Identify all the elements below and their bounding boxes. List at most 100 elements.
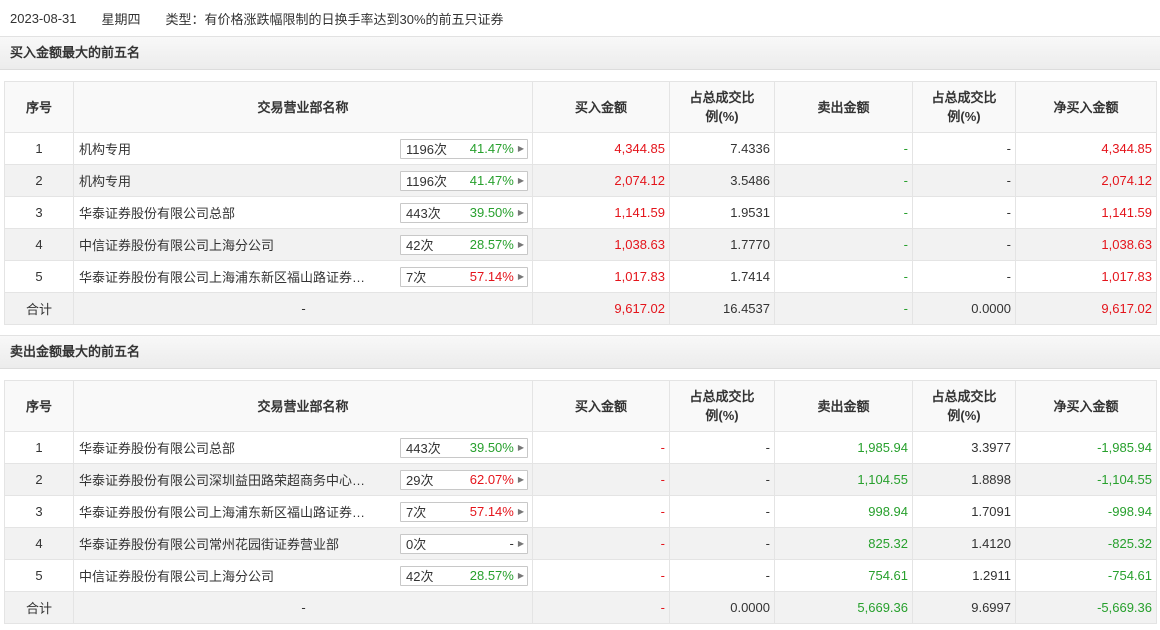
win-rate: 62.07% xyxy=(469,472,514,487)
total-net-amount: -5,669.36 xyxy=(1015,591,1157,624)
trade-date: 2023-08-31 xyxy=(10,10,77,26)
row-index: 4 xyxy=(4,527,74,560)
col-header-buy: 买入金额 xyxy=(532,380,670,432)
buy-ratio: 3.5486 xyxy=(669,164,775,197)
sell-ratio: - xyxy=(912,228,1016,261)
table-row: 5 中信证券股份有限公司上海分公司 42次 28.57% ▶ - -754.61 1.2911… xyxy=(4,559,1157,592)
branch-name-link[interactable]: 华泰证券股份有限公司上海浦东新区福山路证券… xyxy=(79,267,365,286)
win-rate: 39.50% xyxy=(469,205,514,220)
col-header-name: 交易营业部名称 xyxy=(73,380,533,432)
net-amount: 4,344.85 xyxy=(1015,132,1157,165)
info-bar: 2023-08-31 星期四 类型：有价格涨跌幅限制的日换手率达到30%的前五只… xyxy=(0,0,1160,36)
branch-stats-dropdown[interactable]: 1196次 41.47% ▶ xyxy=(400,138,528,159)
col-header-net: 净买入金额 xyxy=(1015,380,1157,432)
branch-name-link[interactable]: 华泰证券股份有限公司常州花园街证券营业部 xyxy=(79,534,339,553)
col-header-name: 交易营业部名称 xyxy=(73,81,533,133)
total-label: 合计 xyxy=(4,591,74,624)
buy-ratio: 1.9531 xyxy=(669,196,775,229)
col-header-buy-ratio-line2: 例(%) xyxy=(705,109,739,124)
buy-top5-table: 序号 交易营业部名称 买入金额 占总成交比 例(%) 卖出金额 占总成交比 例(%)… xyxy=(4,81,1157,325)
sell-top5-table: 序号 交易营业部名称 买入金额 占总成交比 例(%) 卖出金额 占总成交比 例(%)… xyxy=(4,380,1157,624)
branch-name-link[interactable]: 华泰证券股份有限公司上海浦东新区福山路证券… xyxy=(79,502,365,521)
sell-ratio: 1.4120 xyxy=(912,527,1016,560)
sell-ratio: 1.8898 xyxy=(912,463,1016,496)
branch-name-wrap: 华泰证券股份有限公司常州花园街证券营业部 0次 - ▶ xyxy=(79,533,528,554)
row-index: 1 xyxy=(4,132,74,165)
table-row: 5 华泰证券股份有限公司上海浦东新区福山路证券… 7次 57.14% ▶ 1,017.83… xyxy=(4,260,1157,293)
row-index: 5 xyxy=(4,559,74,592)
branch-name-link[interactable]: 中信证券股份有限公司上海分公司 xyxy=(79,566,274,585)
sell-amount: 1,985.94 xyxy=(774,431,913,464)
branch-name-wrap: 华泰证券股份有限公司总部 443次 39.50% ▶ xyxy=(79,437,528,458)
buy-section-title: 买入金额最大的前五名 xyxy=(0,36,1160,70)
col-header-idx: 序号 xyxy=(4,81,74,133)
row-index: 3 xyxy=(4,196,74,229)
win-rate: - xyxy=(509,536,514,551)
branch-stats-dropdown[interactable]: 7次 57.14% ▶ xyxy=(400,266,528,287)
branch-stats-dropdown[interactable]: 443次 39.50% ▶ xyxy=(400,437,528,458)
col-header-buy-ratio-line1: 占总成交比 xyxy=(689,90,755,105)
total-sell-amount: 5,669.36 xyxy=(774,591,913,624)
table-header-row: 序号 交易营业部名称 买入金额 占总成交比 例(%) 卖出金额 占总成交比 例(%)… xyxy=(4,81,1157,133)
branch-stats-dropdown[interactable]: 1196次 41.47% ▶ xyxy=(400,170,528,191)
col-header-buy-ratio-line1: 占总成交比 xyxy=(689,389,755,404)
table-row: 2 机构专用 1196次 41.47% ▶ 2,074.12 3.5486- -2,074.1… xyxy=(4,164,1157,197)
buy-ratio: - xyxy=(669,463,775,496)
buy-amount: - xyxy=(532,527,670,560)
buy-amount: 1,038.63 xyxy=(532,228,670,261)
branch-name-link[interactable]: 机构专用 xyxy=(79,171,131,190)
sell-ratio: 1.2911 xyxy=(912,559,1016,592)
buy-amount: 2,074.12 xyxy=(532,164,670,197)
buy-ratio: 1.7414 xyxy=(669,260,775,293)
net-amount: -754.61 xyxy=(1015,559,1157,592)
buy-ratio: 1.7770 xyxy=(669,228,775,261)
net-amount: 1,017.83 xyxy=(1015,260,1157,293)
branch-name-cell: 华泰证券股份有限公司总部 443次 39.50% ▶ xyxy=(73,196,533,229)
stats-right: 57.14% ▶ xyxy=(470,504,524,519)
net-amount: -1,985.94 xyxy=(1015,431,1157,464)
buy-amount: - xyxy=(532,495,670,528)
sell-amount: - xyxy=(774,228,913,261)
buy-ratio: - xyxy=(669,495,775,528)
buy-amount: - xyxy=(532,463,670,496)
listing-count: 42次 xyxy=(406,569,434,584)
branch-stats-dropdown[interactable]: 42次 28.57% ▶ xyxy=(400,565,528,586)
col-header-sell-ratio: 占总成交比 例(%) xyxy=(912,81,1016,133)
col-header-buy: 买入金额 xyxy=(532,81,670,133)
branch-stats-dropdown[interactable]: 29次 62.07% ▶ xyxy=(400,469,528,490)
branch-name-link[interactable]: 华泰证券股份有限公司深圳益田路荣超商务中心… xyxy=(79,470,365,489)
sell-ratio: 3.3977 xyxy=(912,431,1016,464)
col-header-sell-ratio-line2: 例(%) xyxy=(947,109,981,124)
col-header-net: 净买入金额 xyxy=(1015,81,1157,133)
listing-count: 29次 xyxy=(406,473,434,488)
sell-table-body: 1 华泰证券股份有限公司总部 443次 39.50% ▶ - -1,985.94 3.3977… xyxy=(4,431,1157,624)
win-rate: 41.47% xyxy=(469,173,514,188)
triangle-right-icon: ▶ xyxy=(517,475,524,484)
win-rate: 28.57% xyxy=(469,237,514,252)
branch-name-cell: 中信证券股份有限公司上海分公司 42次 28.57% ▶ xyxy=(73,559,533,592)
branch-stats-dropdown[interactable]: 443次 39.50% ▶ xyxy=(400,202,528,223)
stats-right: 57.14% ▶ xyxy=(470,269,524,284)
branch-name-link[interactable]: 机构专用 xyxy=(79,139,131,158)
branch-name-link[interactable]: 华泰证券股份有限公司总部 xyxy=(79,438,235,457)
stats-right: 41.47% ▶ xyxy=(470,141,524,156)
table-row: 4 中信证券股份有限公司上海分公司 42次 28.57% ▶ 1,038.63 1.7770… xyxy=(4,228,1157,261)
branch-name-link[interactable]: 中信证券股份有限公司上海分公司 xyxy=(79,235,274,254)
total-buy-amount: 9,617.02 xyxy=(532,292,670,325)
col-header-sell: 卖出金额 xyxy=(774,81,913,133)
triangle-right-icon: ▶ xyxy=(517,240,524,249)
win-rate: 57.14% xyxy=(469,269,514,284)
sell-amount: - xyxy=(774,164,913,197)
branch-stats-dropdown[interactable]: 7次 57.14% ▶ xyxy=(400,501,528,522)
row-index: 4 xyxy=(4,228,74,261)
buy-ratio: - xyxy=(669,559,775,592)
total-buy-ratio: 16.4537 xyxy=(669,292,775,325)
branch-stats-dropdown[interactable]: 42次 28.57% ▶ xyxy=(400,234,528,255)
branch-name-link[interactable]: 华泰证券股份有限公司总部 xyxy=(79,203,235,222)
triangle-right-icon: ▶ xyxy=(517,539,524,548)
total-sell-ratio: 0.0000 xyxy=(912,292,1016,325)
listing-count: 1196次 xyxy=(406,142,447,157)
branch-stats-dropdown[interactable]: 0次 - ▶ xyxy=(400,533,528,554)
total-buy-ratio: 0.0000 xyxy=(669,591,775,624)
buy-table-body: 1 机构专用 1196次 41.47% ▶ 4,344.85 7.4336- -4,344.8… xyxy=(4,132,1157,325)
